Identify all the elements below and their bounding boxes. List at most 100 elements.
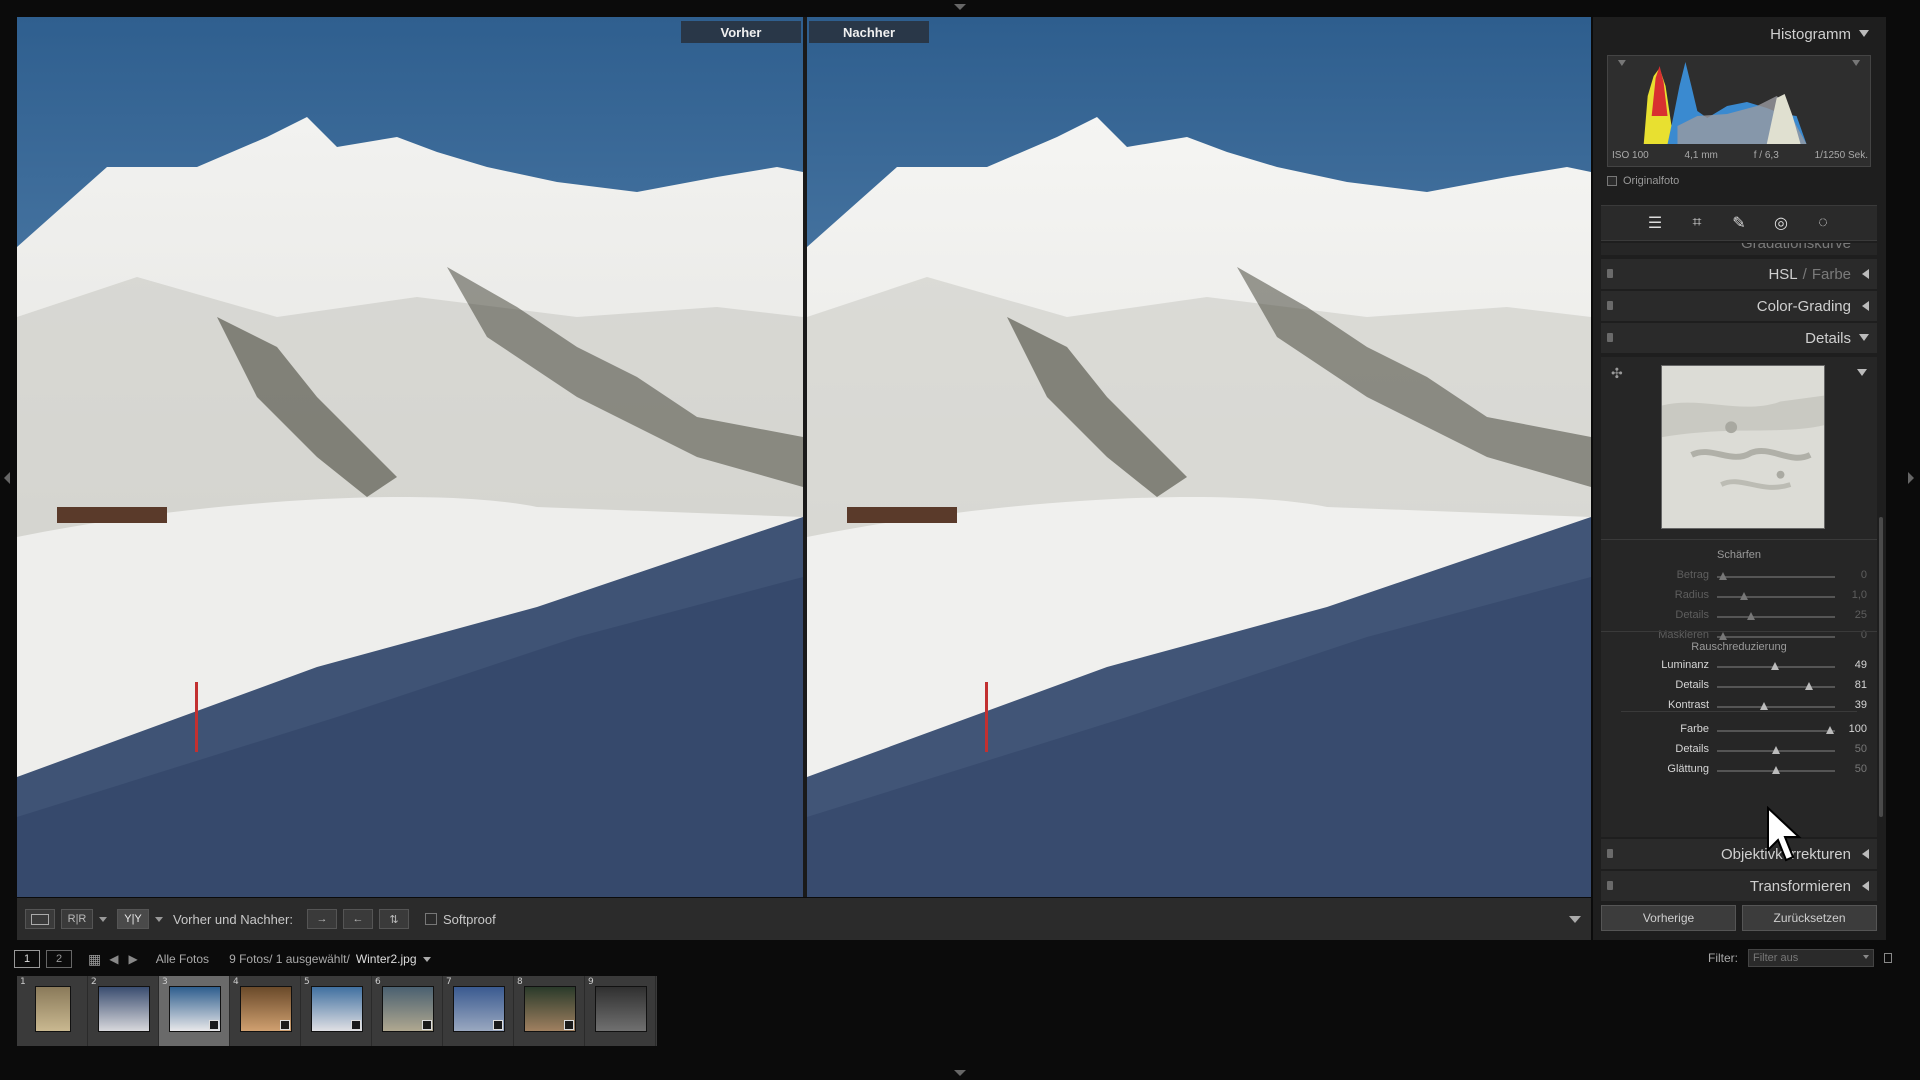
preview-menu-icon[interactable]	[1857, 369, 1867, 376]
slider-row-kontrast[interactable]: Kontrast 39	[1601, 699, 1877, 715]
current-filename[interactable]: Winter2.jpg	[356, 952, 417, 966]
slider-value[interactable]: 39	[1827, 699, 1867, 711]
slider-value[interactable]: 25	[1827, 609, 1867, 621]
slider-track[interactable]	[1717, 766, 1835, 774]
filter-select[interactable]: Filter aus	[1748, 949, 1874, 967]
slider-thumb[interactable]	[1770, 662, 1779, 670]
bottom-panel-toggle-icon[interactable]	[954, 1070, 966, 1076]
edit-sliders-icon[interactable]: ☰	[1645, 213, 1665, 233]
slider-track[interactable]	[1717, 632, 1835, 640]
back-arrow-icon[interactable]: ◀	[109, 952, 118, 966]
transform-toggle[interactable]	[1607, 881, 1613, 890]
details-toggle[interactable]	[1607, 333, 1613, 342]
softproof-checkbox[interactable]	[424, 913, 437, 925]
top-panel-toggle-icon[interactable]	[954, 4, 966, 10]
filename-dropdown-icon[interactable]	[422, 956, 431, 962]
slider-track[interactable]	[1717, 726, 1835, 734]
grid-view-icon[interactable]: ▦	[88, 951, 101, 968]
transform-header[interactable]: Transformieren	[1601, 871, 1877, 901]
filmstrip-thumb[interactable]: 5	[301, 976, 372, 1046]
main-window-button[interactable]: 1	[14, 950, 40, 968]
rr-view-button[interactable]: R|R	[61, 909, 93, 929]
color-grading-header[interactable]: Color-Grading	[1601, 291, 1877, 321]
slider-thumb[interactable]	[1718, 572, 1727, 580]
slider-row-details[interactable]: Details 25	[1601, 609, 1877, 625]
red-eye-icon[interactable]: ◎	[1771, 213, 1791, 233]
lens-corrections-header[interactable]: Objektivkorrekturen	[1601, 839, 1877, 869]
reset-button[interactable]: Zurücksetzen	[1742, 905, 1877, 931]
rr-view-dropdown-icon[interactable]	[99, 916, 107, 922]
color-tab-title[interactable]: Farbe	[1812, 266, 1851, 283]
filmstrip-thumb[interactable]: 4	[230, 976, 301, 1046]
expand-color-grading-icon[interactable]	[1862, 301, 1869, 311]
slider-thumb[interactable]	[1718, 632, 1727, 640]
filmstrip-thumb[interactable]: 1	[17, 976, 88, 1046]
color-grading-toggle[interactable]	[1607, 301, 1613, 310]
masking-icon[interactable]: ◌	[1813, 213, 1833, 233]
expand-transform-icon[interactable]	[1862, 881, 1869, 891]
slider-value[interactable]: 49	[1827, 659, 1867, 671]
slider-row-radius[interactable]: Radius 1,0	[1601, 589, 1877, 605]
slider-value[interactable]: 0	[1827, 569, 1867, 581]
details-header[interactable]: Details	[1601, 323, 1877, 353]
slider-row-details[interactable]: Details 50	[1601, 743, 1877, 759]
slider-row-betrag[interactable]: Betrag 0	[1601, 569, 1877, 585]
filter-lock-icon[interactable]	[1884, 953, 1892, 963]
hsl-toggle[interactable]	[1607, 269, 1613, 278]
filmstrip-thumb[interactable]: 6	[372, 976, 443, 1046]
slider-value[interactable]: 100	[1827, 723, 1867, 735]
after-photo[interactable]	[807, 17, 1591, 897]
slider-value[interactable]: 1,0	[1827, 589, 1867, 601]
gradation-curve-header[interactable]: Gradationskurve	[1601, 243, 1877, 255]
loupe-view-button[interactable]	[25, 909, 55, 929]
filmstrip-thumb[interactable]: 8	[514, 976, 585, 1046]
original-photo-checkbox[interactable]	[1607, 176, 1617, 186]
healing-icon[interactable]: ✎	[1729, 213, 1749, 233]
filmstrip-thumb[interactable]: 2	[88, 976, 159, 1046]
photo-viewer[interactable]: Vorher Nachher	[17, 17, 1591, 897]
yy-view-button[interactable]: Y|Y	[117, 909, 149, 929]
slider-row-glättung[interactable]: Glättung 50	[1601, 763, 1877, 779]
histogram-header[interactable]: Histogramm	[1601, 19, 1877, 49]
right-panel-toggle-icon[interactable]	[1908, 472, 1914, 484]
slider-thumb[interactable]	[1760, 702, 1769, 710]
crop-icon[interactable]: ⌗	[1687, 213, 1707, 233]
slider-track[interactable]	[1717, 662, 1835, 670]
detail-zoom-preview[interactable]	[1661, 365, 1825, 529]
slider-track[interactable]	[1717, 702, 1835, 710]
target-adjust-icon[interactable]: ✣	[1611, 365, 1623, 382]
filmstrip-thumb[interactable]: 9	[585, 976, 656, 1046]
toolbar-menu-icon[interactable]	[1569, 916, 1581, 923]
filmstrip-thumb[interactable]: 3	[159, 976, 230, 1046]
filmstrip-thumb[interactable]: 7	[443, 976, 514, 1046]
slider-value[interactable]: 50	[1827, 763, 1867, 775]
source-label[interactable]: Alle Fotos	[156, 952, 209, 966]
slider-thumb[interactable]	[1772, 766, 1780, 774]
slider-track[interactable]	[1717, 592, 1835, 600]
left-panel-toggle-icon[interactable]	[4, 472, 10, 484]
swap-before-after-button[interactable]: ⇅	[378, 909, 409, 929]
before-photo[interactable]	[17, 17, 803, 897]
forward-arrow-icon[interactable]: ▶	[128, 952, 137, 966]
slider-row-farbe[interactable]: Farbe 100	[1601, 723, 1877, 739]
slider-row-luminanz[interactable]: Luminanz 49	[1601, 659, 1877, 675]
slider-value[interactable]: 81	[1827, 679, 1867, 691]
slider-value[interactable]: 50	[1827, 743, 1867, 755]
lens-corrections-toggle[interactable]	[1607, 849, 1613, 858]
previous-settings-button[interactable]: Vorherige	[1601, 905, 1736, 931]
secondary-window-button[interactable]: 2	[46, 950, 72, 968]
slider-track[interactable]	[1717, 572, 1835, 580]
slider-thumb[interactable]	[1747, 612, 1756, 620]
slider-track[interactable]	[1717, 746, 1835, 754]
copy-after-to-before-button[interactable]: ←	[342, 909, 373, 929]
slider-track[interactable]	[1717, 682, 1835, 690]
collapse-details-icon[interactable]	[1859, 334, 1869, 341]
slider-thumb[interactable]	[1772, 746, 1780, 754]
expand-hsl-icon[interactable]	[1862, 269, 1869, 279]
expand-lens-corrections-icon[interactable]	[1862, 849, 1869, 859]
collapse-histogram-icon[interactable]	[1859, 30, 1869, 37]
copy-before-to-after-button[interactable]: →	[306, 909, 337, 929]
slider-thumb[interactable]	[1805, 682, 1814, 690]
yy-view-dropdown-icon[interactable]	[155, 916, 163, 922]
slider-thumb[interactable]	[1740, 592, 1749, 600]
